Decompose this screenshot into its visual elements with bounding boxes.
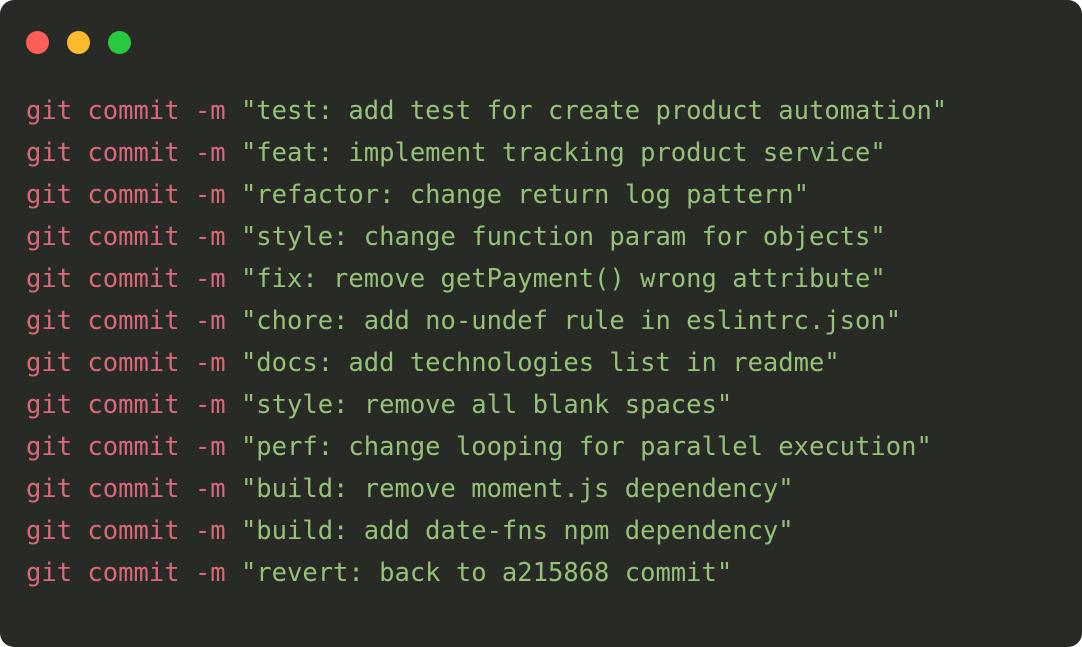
close-button[interactable] [26,30,49,54]
terminal-command: git commit -m [26,432,241,462]
terminal-command: git commit -m [26,138,241,168]
terminal-output-area[interactable]: git commit -m "test: add test for create… [0,76,1082,647]
terminal-commit-message: "feat: implement tracking product servic… [240,138,886,168]
minimize-button[interactable] [67,30,90,54]
terminal-line: git commit -m "refactor: change return l… [26,174,1056,216]
terminal-commit-message: "build: remove moment.js dependency" [240,474,794,504]
terminal-window: git commit -m "test: add test for create… [0,0,1082,647]
terminal-command: git commit -m [26,348,241,378]
terminal-command: git commit -m [26,222,241,252]
terminal-commit-message: "test: add test for create product autom… [240,96,948,126]
terminal-commit-message: "perf: change looping for parallel execu… [240,432,932,462]
terminal-line: git commit -m "test: add test for create… [26,90,1056,132]
terminal-command: git commit -m [26,474,241,504]
terminal-commit-message: "build: add date-fns npm dependency" [240,516,794,546]
terminal-line: git commit -m "style: change function pa… [26,216,1056,258]
terminal-command: git commit -m [26,390,241,420]
terminal-line: git commit -m "build: add date-fns npm d… [26,510,1056,552]
terminal-line: git commit -m "chore: add no-undef rule … [26,300,1056,342]
terminal-line: git commit -m "revert: back to a215868 c… [26,552,1056,594]
terminal-line: git commit -m "feat: implement tracking … [26,132,1056,174]
terminal-commit-message: "refactor: change return log pattern" [240,180,809,210]
terminal-commit-message: "fix: remove getPayment() wrong attribut… [240,264,886,294]
terminal-command: git commit -m [26,306,241,336]
terminal-line: git commit -m "docs: add technologies li… [26,342,1056,384]
terminal-commit-message: "chore: add no-undef rule in eslintrc.js… [240,306,902,336]
terminal-line: git commit -m "style: remove all blank s… [26,384,1056,426]
terminal-command: git commit -m [26,264,241,294]
terminal-commit-message: "docs: add technologies list in readme" [240,348,840,378]
terminal-command: git commit -m [26,96,241,126]
terminal-commit-message: "revert: back to a215868 commit" [240,558,733,588]
terminal-command: git commit -m [26,180,241,210]
terminal-command: git commit -m [26,516,241,546]
terminal-commit-message: "style: change function param for object… [240,222,886,252]
traffic-light-buttons [26,30,131,54]
terminal-commit-message: "style: remove all blank spaces" [240,390,733,420]
terminal-line: git commit -m "build: remove moment.js d… [26,468,1056,510]
terminal-command: git commit -m [26,558,241,588]
terminal-line: git commit -m "perf: change looping for … [26,426,1056,468]
terminal-line: git commit -m "fix: remove getPayment() … [26,258,1056,300]
title-bar[interactable] [0,0,1082,76]
maximize-button[interactable] [108,30,131,54]
